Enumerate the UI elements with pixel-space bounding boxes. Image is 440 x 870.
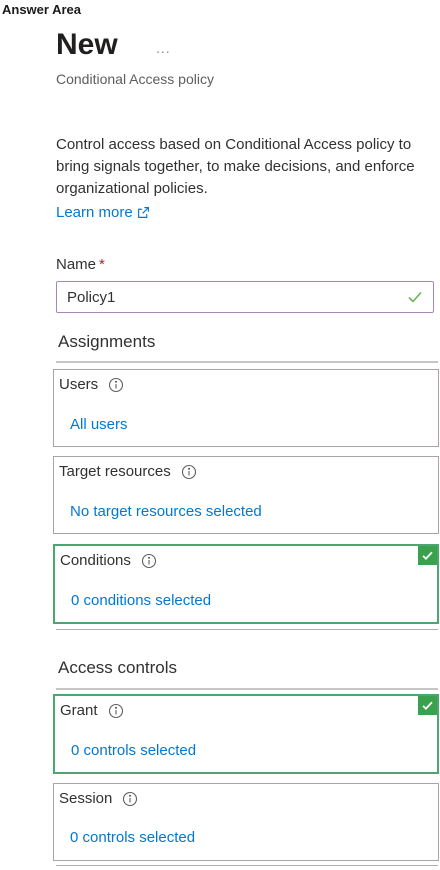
name-input[interactable] [67, 288, 407, 306]
info-icon[interactable] [181, 464, 197, 480]
valid-check-icon [408, 291, 422, 303]
required-marker: * [99, 256, 105, 273]
assignments-heading: Assignments [58, 332, 156, 351]
grant-card[interactable]: Grant 0 controls selected [53, 694, 439, 774]
info-icon[interactable] [108, 703, 124, 719]
grant-check-icon [418, 696, 437, 715]
more-options-icon[interactable]: ... [156, 40, 171, 56]
name-label-text: Name [56, 256, 97, 273]
grant-header: Grant [60, 702, 124, 719]
external-link-icon [137, 207, 149, 218]
grant-label: Grant [60, 702, 98, 719]
conditions-divider [56, 629, 438, 630]
session-value-link[interactable]: 0 controls selected [70, 829, 195, 846]
learn-more-label: Learn more [56, 204, 133, 221]
users-label: Users [59, 376, 99, 393]
assignments-divider [56, 361, 438, 363]
conditions-value-link[interactable]: 0 conditions selected [71, 592, 211, 609]
page-title: New [56, 28, 118, 61]
users-header: Users [59, 376, 124, 393]
conditions-check-icon [418, 546, 437, 565]
access-controls-divider [56, 688, 438, 690]
answer-area-label: Answer Area [2, 2, 81, 17]
users-value-link[interactable]: All users [70, 416, 128, 433]
conditions-header: Conditions [60, 552, 157, 569]
target-resources-header: Target resources [59, 463, 197, 480]
policy-description: Control access based on Conditional Acce… [56, 136, 415, 197]
info-icon[interactable] [141, 553, 157, 569]
session-card[interactable]: Session 0 controls selected [53, 783, 439, 861]
users-card[interactable]: Users All users [53, 369, 439, 447]
access-controls-heading: Access controls [58, 658, 178, 677]
info-icon[interactable] [108, 377, 124, 393]
conditions-label: Conditions [60, 552, 131, 569]
session-header: Session [59, 790, 138, 807]
target-resources-card[interactable]: Target resources No target resources sel… [53, 456, 439, 534]
session-divider [56, 865, 438, 866]
conditions-card[interactable]: Conditions 0 conditions selected [53, 544, 439, 624]
learn-more-link[interactable]: Learn more [56, 204, 150, 221]
session-label: Session [59, 790, 113, 807]
info-icon[interactable] [122, 791, 138, 807]
name-label: Name * [56, 256, 105, 273]
target-resources-value-link[interactable]: No target resources selected [70, 503, 262, 520]
page-subtitle: Conditional Access policy [56, 71, 214, 87]
name-field[interactable] [56, 281, 434, 313]
grant-value-link[interactable]: 0 controls selected [71, 742, 196, 759]
target-resources-label: Target resources [59, 463, 171, 480]
